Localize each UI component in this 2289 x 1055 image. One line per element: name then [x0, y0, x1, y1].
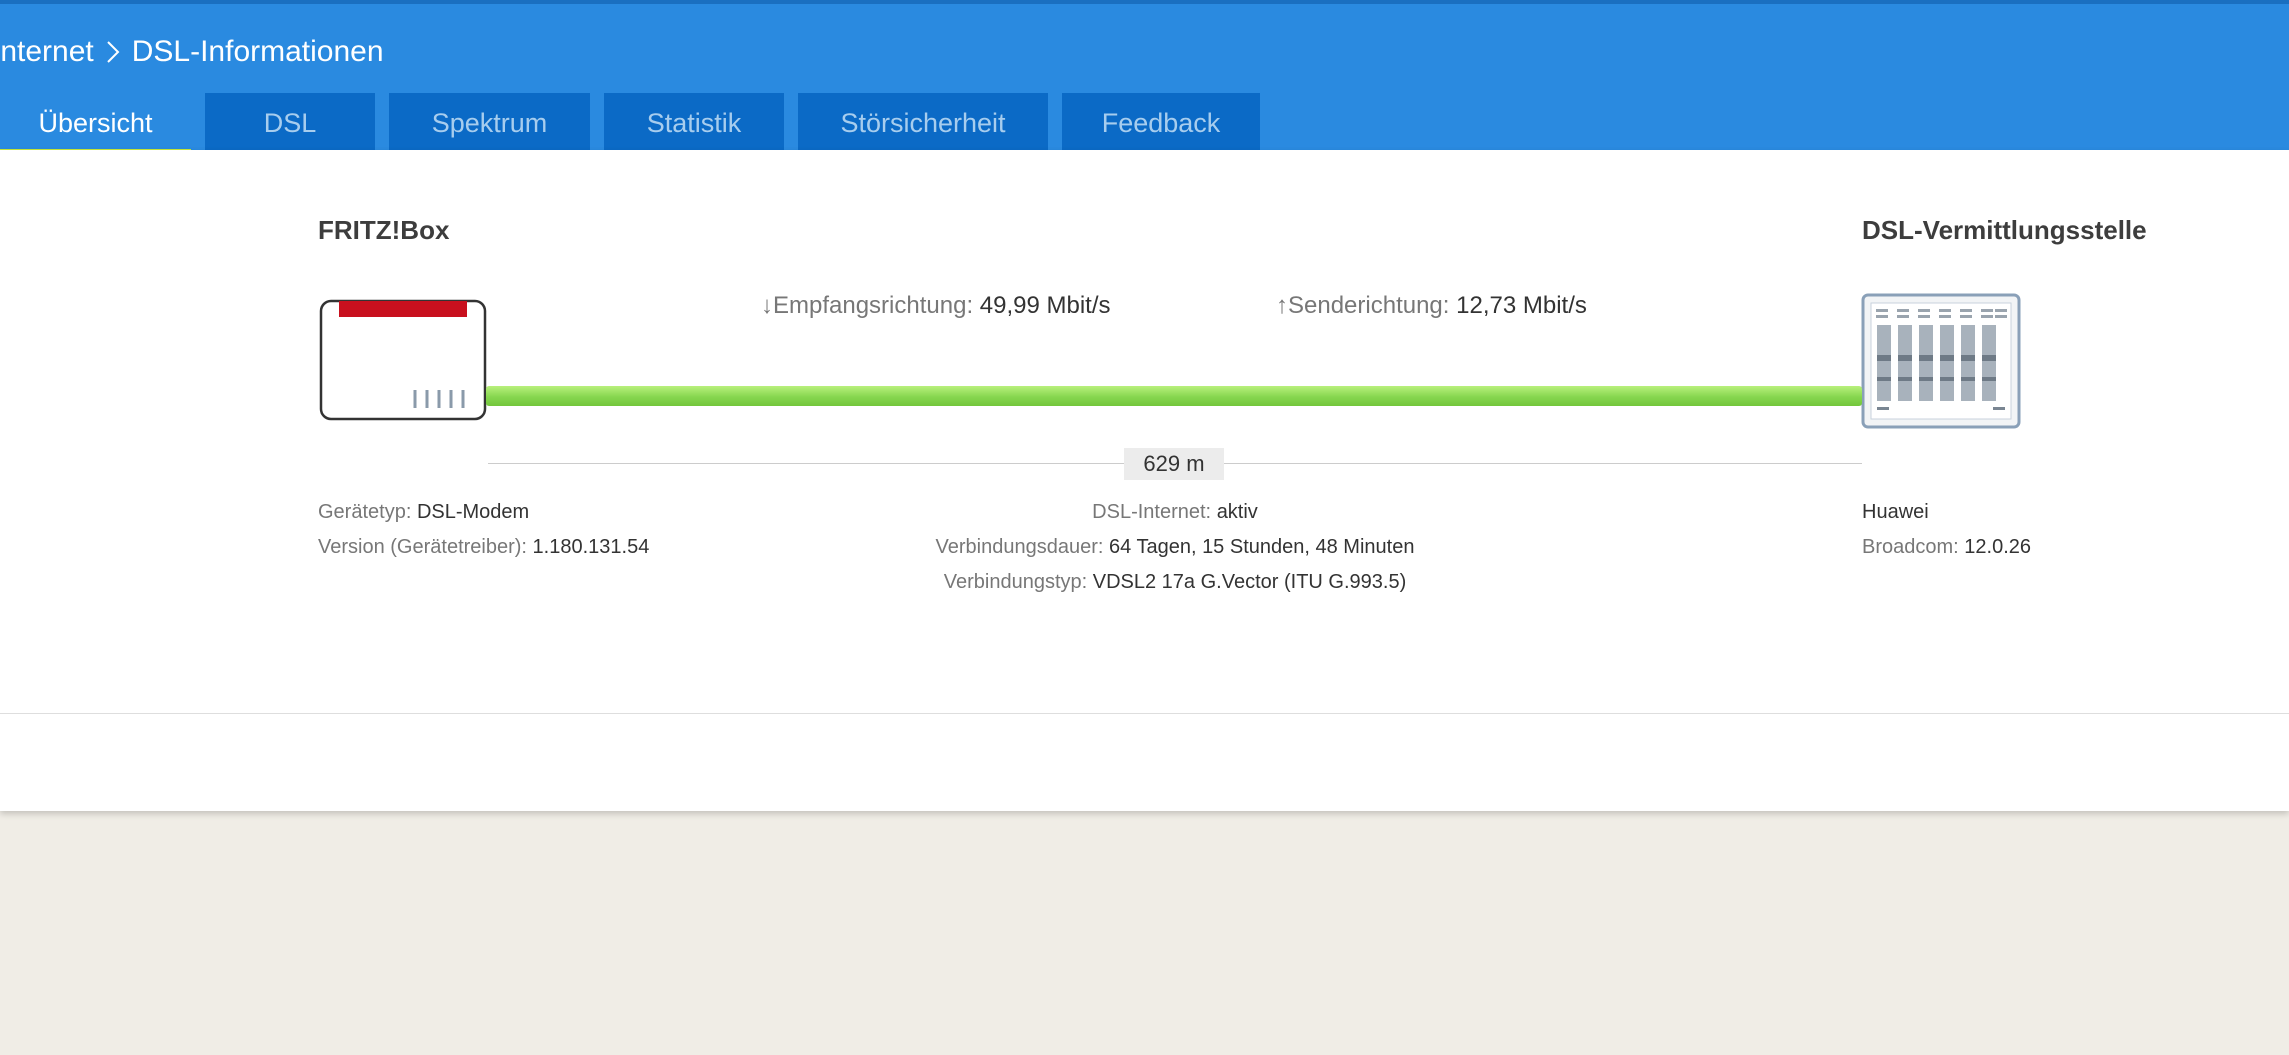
exchange-info: Huawei Broadcom: 12.0.26	[1862, 495, 2031, 565]
connection-duration-value: 64 Tagen, 15 Stunden, 48 Minuten	[1109, 536, 1415, 558]
version-value: 1.180.131.54	[532, 536, 650, 558]
tab-spektrum[interactable]: Spektrum	[389, 93, 590, 154]
upstream-rate: ↑Senderichtung: 12,73 Mbit/s	[1276, 292, 1587, 320]
chipset-label: Broadcom:	[1862, 536, 1959, 558]
tab-stoersicherheit[interactable]: Störsicherheit	[798, 93, 1048, 154]
downstream-rate: ↓Empfangsrichtung: 49,99 Mbit/s	[761, 292, 1111, 320]
tab-uebersicht[interactable]: Übersicht	[0, 93, 191, 154]
connection-type-value: VDSL2 17a G.Vector (ITU G.993.5)	[1092, 571, 1407, 593]
version-row: Version (Gerätetreiber): 1.180.131.54	[318, 530, 649, 565]
internet-status-row: DSL-Internet: aktiv	[845, 495, 1505, 530]
upstream-value: 12,73 Mbit/s	[1456, 292, 1587, 319]
chipset-row: Broadcom: 12.0.26	[1862, 530, 2031, 565]
dslam-icon	[1861, 293, 2021, 429]
section-divider	[0, 713, 2289, 714]
device-type-value: DSL-Modem	[416, 501, 530, 523]
breadcrumb-current: DSL-Informationen	[131, 35, 384, 68]
connection-duration-row: Verbindungsdauer: 64 Tagen, 15 Stunden, …	[845, 530, 1505, 565]
fritzbox-icon	[318, 298, 488, 423]
chevron-right-icon	[98, 37, 128, 67]
connection-type-label: Verbindungstyp:	[943, 571, 1088, 593]
chipset-value: 12.0.26	[1964, 536, 2032, 558]
tab-dsl[interactable]: DSL	[205, 93, 375, 154]
tab-feedback[interactable]: Feedback	[1062, 93, 1260, 154]
exchange-vendor: Huawei	[1862, 501, 1929, 523]
tab-statistik[interactable]: Statistik	[604, 93, 784, 154]
internet-status-label: DSL-Internet:	[1092, 501, 1212, 523]
downstream-value: 49,99 Mbit/s	[979, 292, 1111, 319]
breadcrumb-parent[interactable]: Internet	[0, 35, 94, 69]
connection-duration-label: Verbindungsdauer:	[935, 536, 1104, 558]
fritzbox-title: FRITZ!Box	[318, 215, 450, 245]
exchange-title: DSL-Vermittlungsstelle	[1862, 215, 2147, 245]
connection-info: DSL-Internet: aktiv Verbindungsdauer: 64…	[845, 495, 1505, 600]
upstream-label: ↑Senderichtung:	[1276, 292, 1450, 319]
device-type-label: Gerätetyp:	[318, 501, 412, 523]
fritzbox-info: Gerätetyp: DSL-Modem Version (Gerätetrei…	[318, 495, 649, 565]
connection-type-row: Verbindungstyp: VDSL2 17a G.Vector (ITU …	[845, 565, 1505, 600]
header-bar: Internet DSL-Informationen Übersicht DSL…	[0, 0, 2289, 154]
version-label: Version (Gerätetreiber):	[318, 536, 527, 558]
downstream-label: ↓Empfangsrichtung:	[761, 292, 974, 319]
overview-panel: FRITZ!Box DSL-Vermittlungsstelle ↓Empfan…	[0, 150, 2289, 811]
dsl-connection-line	[486, 386, 1862, 406]
internet-status-value: aktiv	[1216, 501, 1258, 523]
breadcrumb: Internet DSL-Informationen	[0, 32, 384, 72]
device-type-row: Gerätetyp: DSL-Modem	[318, 495, 649, 530]
distance-label: 629 m	[1124, 448, 1224, 480]
